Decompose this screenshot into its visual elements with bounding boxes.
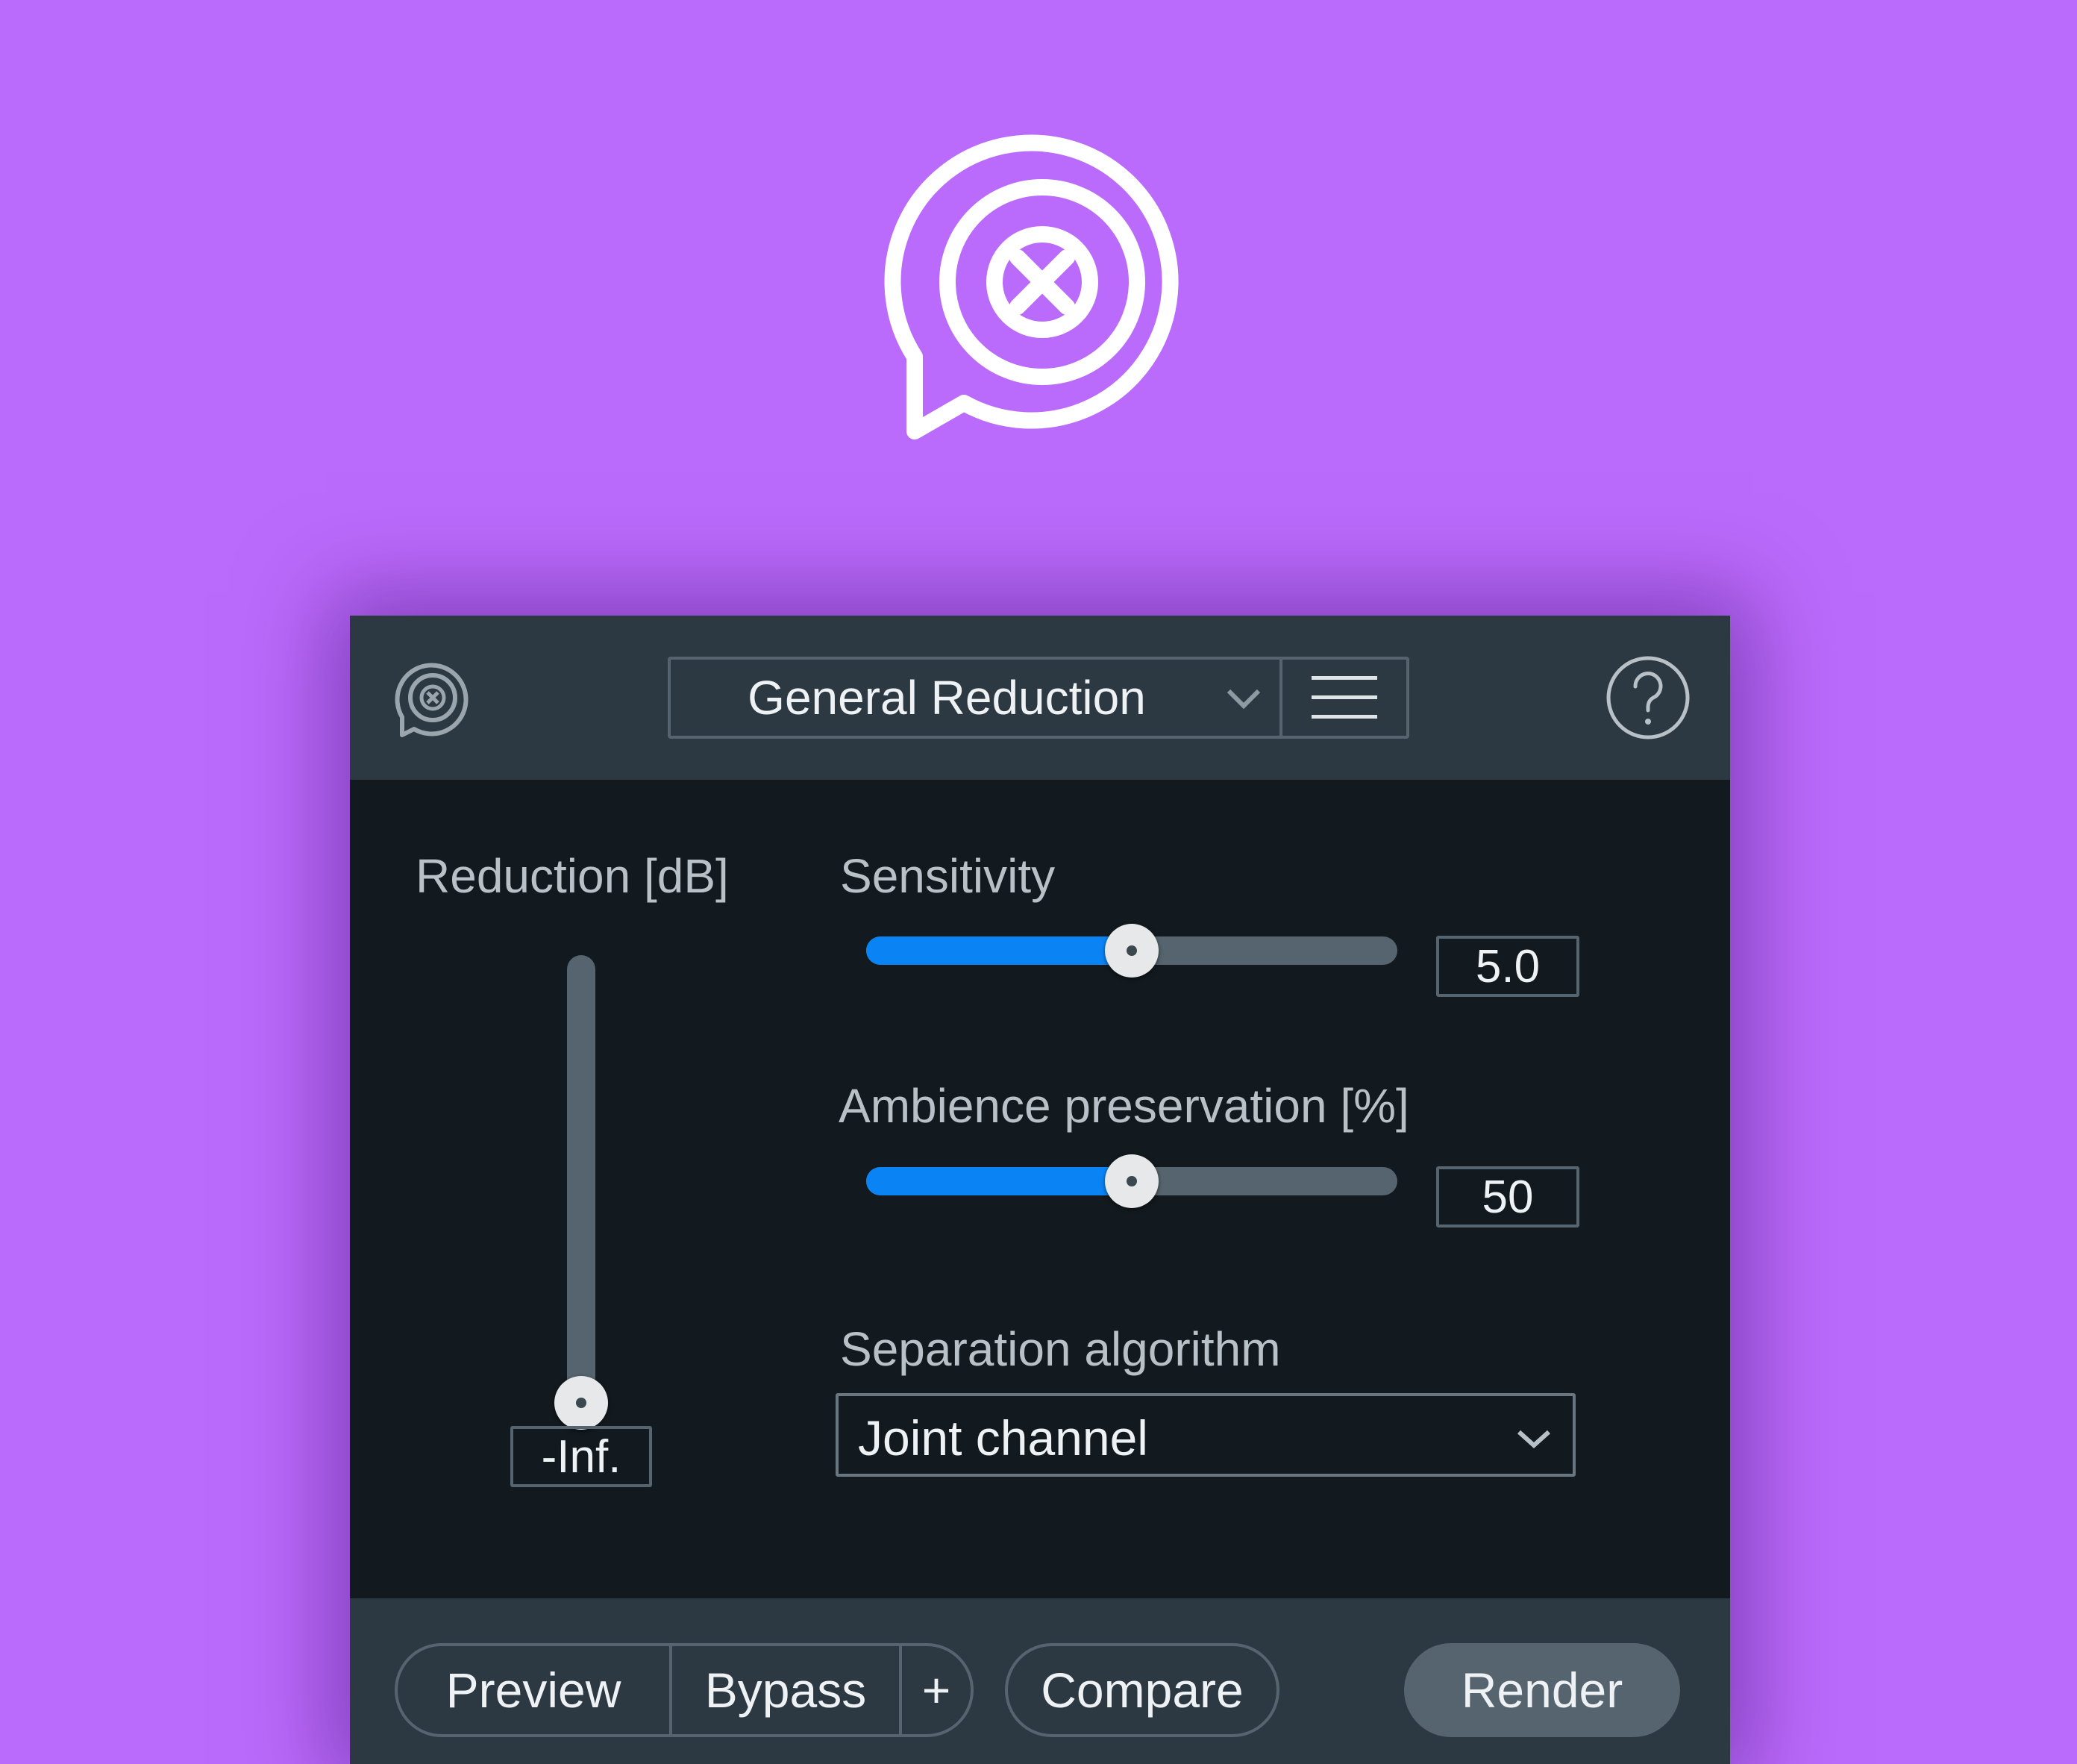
- preset-name: General Reduction: [748, 671, 1146, 725]
- algorithm-value: Joint channel: [858, 1410, 1148, 1466]
- preset-selector: General Reduction: [668, 657, 1409, 739]
- chevron-down-icon: [1517, 1430, 1551, 1449]
- header-bar: General Reduction: [350, 616, 1730, 780]
- chevron-down-icon: [1227, 689, 1261, 710]
- algorithm-dropdown[interactable]: Joint channel: [836, 1393, 1576, 1477]
- preview-button[interactable]: Preview: [398, 1646, 669, 1734]
- bypass-label: Bypass: [704, 1663, 867, 1718]
- sensitivity-knob[interactable]: [1105, 924, 1159, 978]
- sensitivity-value: 5.0: [1475, 940, 1541, 992]
- reduction-slider[interactable]: [545, 955, 618, 1433]
- ambience-value: 50: [1482, 1171, 1534, 1223]
- plus-label: +: [921, 1663, 951, 1718]
- hamburger-menu-icon: [1312, 676, 1377, 719]
- bypass-button[interactable]: Bypass: [669, 1646, 899, 1734]
- help-icon[interactable]: [1605, 655, 1691, 740]
- render-label: Render: [1461, 1663, 1623, 1718]
- ambience-value-field[interactable]: 50: [1436, 1166, 1579, 1227]
- preset-menu-button[interactable]: [1282, 660, 1406, 736]
- dialogue-isolate-icon: [395, 663, 469, 737]
- sensitivity-slider[interactable]: [857, 924, 1406, 978]
- footer-bar: Preview Bypass + Compare Render: [350, 1598, 1730, 1764]
- ambience-slider[interactable]: [857, 1154, 1406, 1208]
- preview-bypass-group: Preview Bypass +: [395, 1643, 974, 1737]
- render-button[interactable]: Render: [1404, 1643, 1680, 1737]
- compare-label: Compare: [1041, 1663, 1244, 1718]
- preview-label: Preview: [445, 1663, 621, 1718]
- sensitivity-value-field[interactable]: 5.0: [1436, 936, 1579, 997]
- sensitivity-fill: [866, 936, 1132, 965]
- ambience-label: Ambience preservation [%]: [839, 1079, 1409, 1133]
- sensitivity-label: Sensitivity: [840, 849, 1056, 903]
- add-button[interactable]: +: [899, 1646, 971, 1734]
- preset-dropdown[interactable]: General Reduction: [671, 660, 1282, 736]
- ambience-fill: [866, 1167, 1132, 1195]
- plugin-panel: General Reduction Reduction [dB] -Inf. S…: [350, 616, 1730, 1764]
- compare-button[interactable]: Compare: [1005, 1643, 1279, 1737]
- reduction-track: [567, 955, 595, 1403]
- reduction-knob[interactable]: [554, 1376, 608, 1430]
- reduction-value-field[interactable]: -Inf.: [510, 1426, 652, 1487]
- reduction-label: Reduction [dB]: [416, 849, 729, 903]
- reduction-value: -Inf.: [541, 1430, 621, 1483]
- algorithm-label: Separation algorithm: [840, 1322, 1281, 1376]
- ambience-knob[interactable]: [1105, 1154, 1159, 1208]
- dialogue-isolate-logo-icon: [884, 134, 1179, 440]
